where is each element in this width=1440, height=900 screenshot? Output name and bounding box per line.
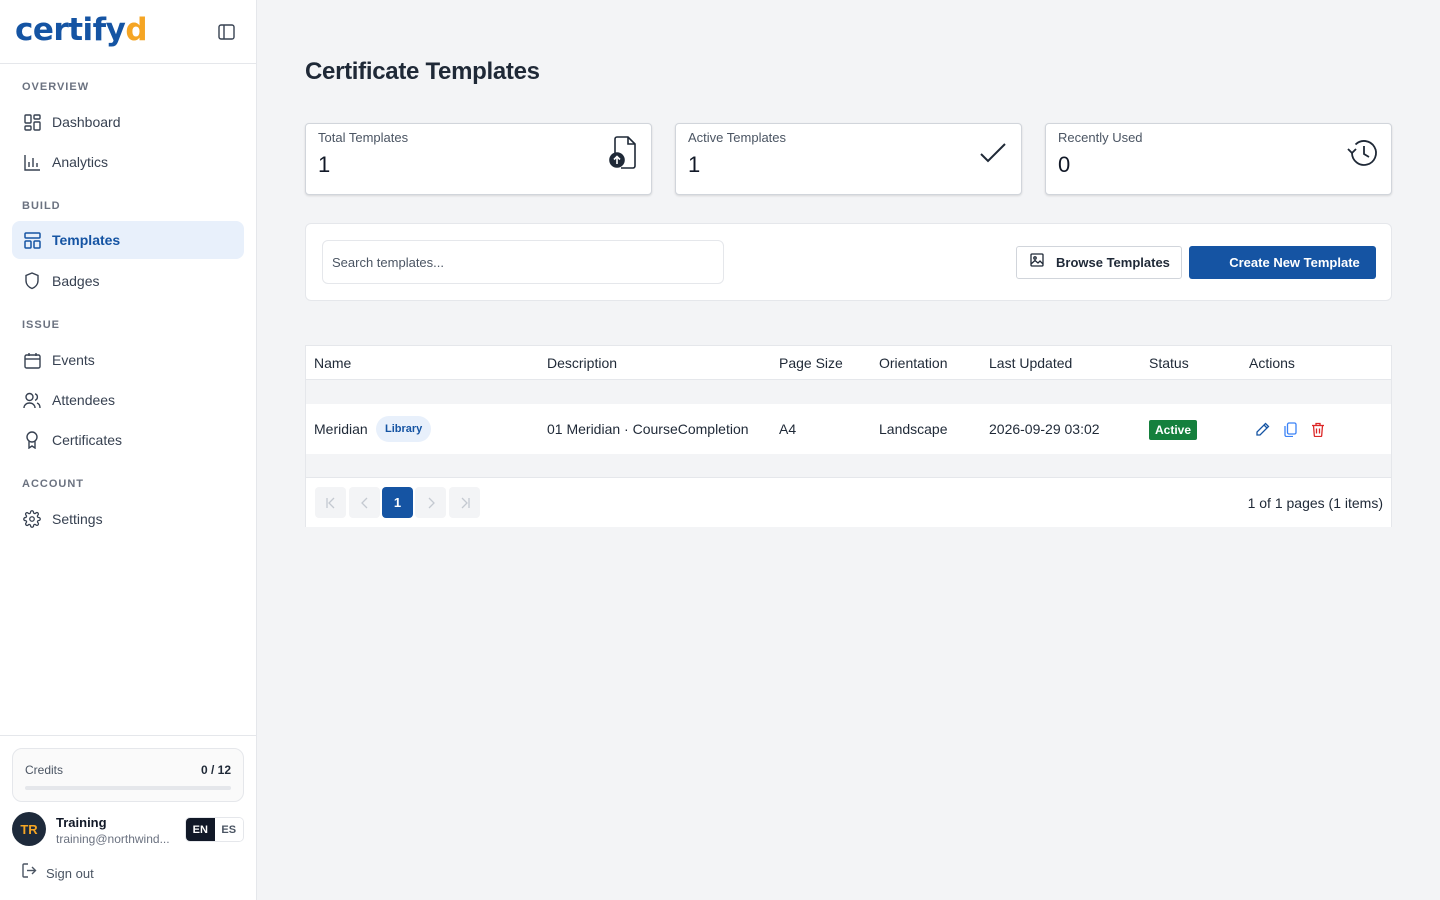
sidebar-item-label: Analytics xyxy=(52,154,109,170)
history-icon xyxy=(1347,136,1379,170)
check-icon xyxy=(977,136,1009,170)
library-badge: Library xyxy=(376,416,432,442)
browse-templates-button[interactable]: Browse Templates xyxy=(1016,246,1182,279)
column-header-description[interactable]: Description xyxy=(547,355,617,371)
status-badge: Active xyxy=(1149,420,1198,440)
users-icon xyxy=(22,390,42,410)
user-email: training@northwind... xyxy=(56,832,170,846)
edit-icon[interactable] xyxy=(1253,420,1271,438)
column-header-last-updated[interactable]: Last Updated xyxy=(989,355,1072,371)
templates-toolbar: Browse Templates Create New Template xyxy=(305,223,1392,301)
language-switcher: EN ES xyxy=(185,817,244,842)
stat-value: 0 xyxy=(1058,152,1071,177)
sidebar-item-certificates[interactable]: Certificates xyxy=(12,421,244,459)
file-upload-icon xyxy=(607,136,639,170)
browse-templates-label: Browse Templates xyxy=(1056,255,1170,270)
shield-icon xyxy=(22,271,42,291)
gear-icon xyxy=(22,509,42,529)
sidebar-item-badges[interactable]: Badges xyxy=(12,262,244,300)
section-label-issue: ISSUE xyxy=(22,319,61,331)
column-header-status[interactable]: Status xyxy=(1149,355,1189,371)
stat-card-active-templates: Active Templates 1 xyxy=(675,123,1022,195)
last-page-icon[interactable] xyxy=(449,487,480,518)
sidebar-item-label: Attendees xyxy=(52,392,116,408)
sidebar: certifyd OVERVIEW Dashboard Analytics BU… xyxy=(0,0,257,900)
template-description: 01 Meridian · CourseCompletion xyxy=(547,421,749,437)
stat-value: 1 xyxy=(688,152,701,177)
sidebar-divider xyxy=(0,735,256,736)
sign-out-button[interactable]: Sign out xyxy=(22,863,94,883)
template-page-size: A4 xyxy=(779,421,797,437)
sidebar-item-settings[interactable]: Settings xyxy=(12,500,244,538)
credits-card: Credits 0 / 12 xyxy=(12,748,244,802)
table-row[interactable]: Meridian Library 01 Meridian · CourseCom… xyxy=(306,404,1391,454)
sidebar-item-dashboard[interactable]: Dashboard xyxy=(12,103,244,141)
language-option-es[interactable]: ES xyxy=(214,818,243,841)
language-option-en[interactable]: EN xyxy=(186,818,215,841)
sidebar-item-label: Dashboard xyxy=(52,114,121,130)
stat-card-recently-used: Recently Used 0 xyxy=(1045,123,1392,195)
certifyd-logo[interactable]: certifyd xyxy=(15,10,148,50)
sidebar-item-label: Certificates xyxy=(52,432,123,448)
column-header-name[interactable]: Name xyxy=(314,355,351,371)
credits-label: Credits xyxy=(25,763,64,777)
avatar[interactable]: TR xyxy=(12,812,46,846)
next-page-icon[interactable] xyxy=(415,487,446,518)
template-orientation: Landscape xyxy=(879,421,948,437)
stat-card-total-templates: Total Templates 1 xyxy=(305,123,652,195)
search-input[interactable] xyxy=(322,240,724,284)
section-label-build: BUILD xyxy=(22,200,61,212)
section-label-account: ACCOUNT xyxy=(22,478,84,490)
table-header: Name Description Page Size Orientation L… xyxy=(306,346,1391,380)
table-spacer xyxy=(306,380,1391,404)
templates-icon xyxy=(22,230,42,250)
calendar-icon xyxy=(22,350,42,370)
stat-label: Total Templates xyxy=(318,130,409,145)
sidebar-item-label: Events xyxy=(52,352,95,368)
sign-out-icon xyxy=(22,863,38,883)
sidebar-item-attendees[interactable]: Attendees xyxy=(12,381,244,419)
credits-value: 0 / 12 xyxy=(200,763,231,777)
create-new-template-button[interactable]: Create New Template xyxy=(1189,246,1376,279)
template-name: Meridian xyxy=(314,421,368,437)
page-button-current[interactable]: 1 xyxy=(382,487,413,518)
sidebar-item-label: Settings xyxy=(52,511,103,527)
stat-label: Active Templates xyxy=(688,130,787,145)
sidebar-item-events[interactable]: Events xyxy=(12,341,244,379)
sidebar-item-templates[interactable]: Templates xyxy=(12,221,244,259)
sidebar-item-analytics[interactable]: Analytics xyxy=(12,143,244,181)
sidebar-item-label: Badges xyxy=(52,273,100,289)
brand-header: certifyd xyxy=(0,0,256,64)
duplicate-icon[interactable] xyxy=(1281,420,1299,438)
page-title: Certificate Templates xyxy=(305,58,540,85)
column-header-actions: Actions xyxy=(1249,355,1295,371)
image-icon xyxy=(1030,253,1044,272)
templates-table: Name Description Page Size Orientation L… xyxy=(305,345,1392,527)
section-label-overview: OVERVIEW xyxy=(22,81,90,93)
previous-page-icon[interactable] xyxy=(349,487,380,518)
delete-icon[interactable] xyxy=(1309,420,1327,438)
column-header-orientation[interactable]: Orientation xyxy=(879,355,947,371)
sign-out-label: Sign out xyxy=(46,865,94,881)
bar-chart-icon xyxy=(22,152,42,172)
column-header-page-size[interactable]: Page Size xyxy=(779,355,843,371)
award-icon xyxy=(22,430,42,450)
sidebar-item-label: Templates xyxy=(52,232,121,248)
stat-value: 1 xyxy=(318,152,331,177)
pagination: 1 1 of 1 pages (1 items) xyxy=(306,477,1391,527)
user-name: Training xyxy=(56,815,107,830)
pagination-info: 1 of 1 pages (1 items) xyxy=(1247,495,1383,511)
dashboard-icon xyxy=(22,112,42,132)
template-last-updated: 2026-09-29 03:02 xyxy=(989,421,1100,437)
sidebar-toggle-icon[interactable] xyxy=(216,22,236,42)
table-spacer xyxy=(306,454,1391,477)
first-page-icon[interactable] xyxy=(315,487,346,518)
credits-progress-bar xyxy=(25,786,231,790)
stat-label: Recently Used xyxy=(1058,130,1143,145)
